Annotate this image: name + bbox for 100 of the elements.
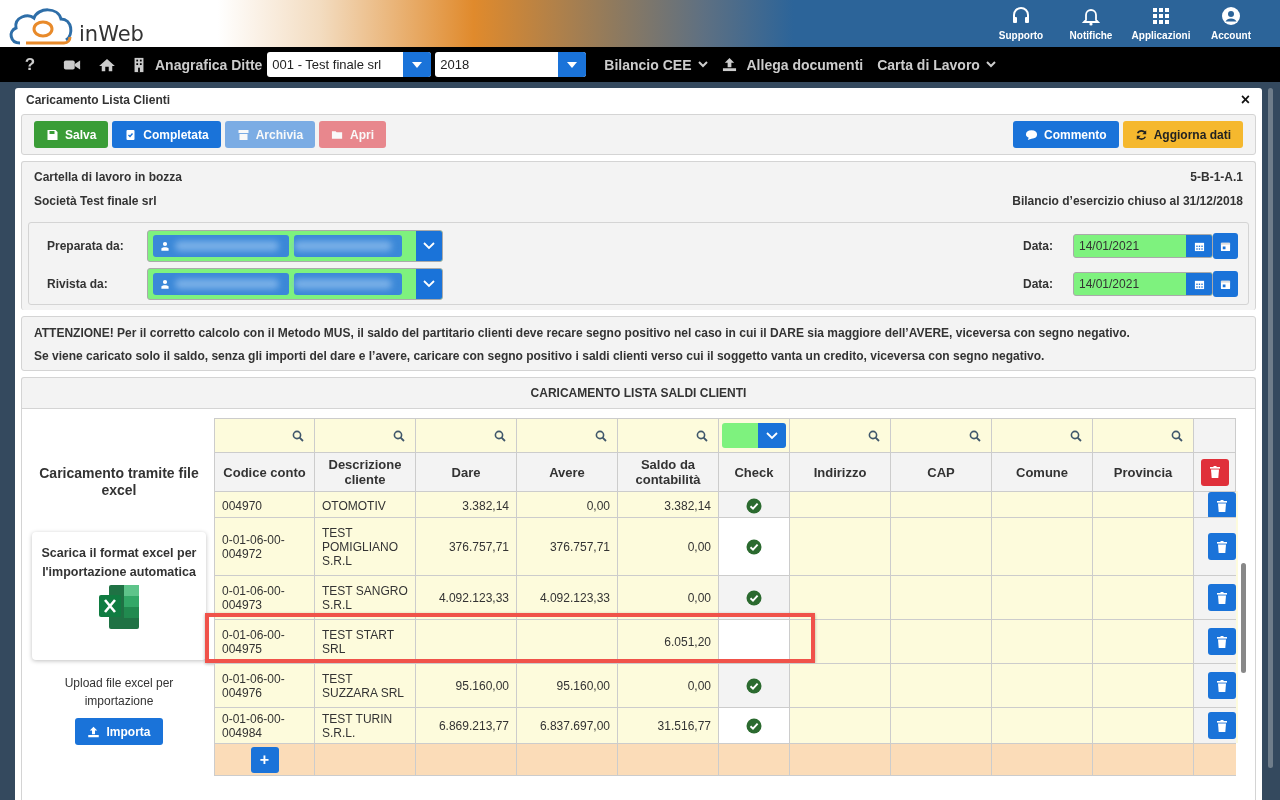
nav-menu-item[interactable]: Carta di Lavoro xyxy=(877,56,996,73)
trash-icon xyxy=(1217,591,1227,604)
scrollbar-thumb[interactable] xyxy=(1241,563,1246,673)
search-icon[interactable] xyxy=(393,429,405,442)
search-icon[interactable] xyxy=(1070,429,1082,442)
filter-cell[interactable] xyxy=(517,418,618,452)
check-circle-icon xyxy=(746,538,762,555)
year-select[interactable]: 2018 xyxy=(435,52,587,77)
company-registry-label: Anagrafica Ditte xyxy=(155,56,263,73)
user-select[interactable] xyxy=(147,230,443,262)
search-icon[interactable] xyxy=(868,429,880,442)
search-icon[interactable] xyxy=(1171,429,1183,442)
search-icon[interactable] xyxy=(494,429,506,442)
filter-cell[interactable] xyxy=(790,418,891,452)
import-button[interactable]: Importa xyxy=(75,718,163,745)
delete-row-button[interactable] xyxy=(1208,628,1236,655)
add-row-button[interactable]: + xyxy=(250,746,279,773)
check-circle-icon xyxy=(746,717,762,734)
header-action[interactable]: Notifiche xyxy=(1056,0,1126,47)
delete-row-button[interactable] xyxy=(1208,712,1236,739)
spreadsheet-icon xyxy=(97,583,141,631)
filter-cell[interactable] xyxy=(416,418,517,452)
delete-row-button[interactable] xyxy=(1208,672,1236,699)
search-icon[interactable] xyxy=(969,429,981,442)
table-cell: 95.160,00 xyxy=(517,663,618,707)
nav-menu-item[interactable]: Allega documenti xyxy=(721,56,864,73)
column-header: Indirizzo xyxy=(790,452,891,491)
company-select[interactable]: 001 - Test finale srl xyxy=(267,52,432,77)
nav-menu-item[interactable]: Bilancio CEE xyxy=(604,56,708,73)
table-cell: TEST POMIGLIANO S.R.L xyxy=(315,517,416,575)
filter-cell[interactable] xyxy=(891,418,992,452)
period-text: Bilancio d’esercizio chiuso al 31/12/2018 xyxy=(1012,194,1243,208)
header-action[interactable]: Account xyxy=(1196,0,1266,47)
check-circle-icon xyxy=(746,589,762,606)
toolbar-button[interactable]: Completata xyxy=(112,121,221,148)
upload-title: Caricamento tramite file excel xyxy=(38,465,200,499)
trash-icon xyxy=(1217,499,1227,512)
table-cell: 0-01-06-00-004973 xyxy=(214,575,315,619)
help-link[interactable]: ? xyxy=(0,54,60,75)
toolbar-button[interactable]: Commento xyxy=(1013,121,1119,148)
notice-text: Se viene caricato solo il saldo, senza gli importi del dare e l’avere, caricare con segno positivo i saldi clienti verso cui il soggetto vanta un credito, viceversa con segno negativo. xyxy=(34,349,1046,363)
user-icon xyxy=(161,241,169,251)
toolbar-button[interactable]: Aggiorna dati xyxy=(1122,121,1243,148)
delete-row-button[interactable] xyxy=(1208,533,1236,560)
column-header: Provincia xyxy=(1093,452,1194,491)
filter-cell[interactable] xyxy=(992,418,1093,452)
delete-row-button[interactable] xyxy=(1208,492,1236,519)
speech-bubble-icon xyxy=(1025,128,1038,141)
user-select[interactable] xyxy=(147,268,443,300)
check-circle-icon xyxy=(746,677,762,694)
calendar-icon xyxy=(1220,240,1231,252)
calendar-icon xyxy=(1193,240,1205,252)
caret-icon xyxy=(567,61,578,68)
trash-icon xyxy=(1217,719,1227,732)
headset-icon xyxy=(1011,6,1031,26)
header-action[interactable]: Applicazioni xyxy=(1126,0,1196,47)
header-action[interactable]: Supporto xyxy=(986,0,1056,47)
table-cell: 4.092.123,33 xyxy=(416,575,517,619)
code-text: 5-B-1-A.1 xyxy=(1190,170,1243,184)
delete-row-button[interactable] xyxy=(1208,584,1236,611)
column-header: CAP xyxy=(891,452,992,491)
upload-icon xyxy=(87,725,101,738)
field-label: Preparata da: xyxy=(46,239,125,253)
date-field[interactable]: 14/01/2021 xyxy=(1073,272,1213,296)
column-header: Codice conto xyxy=(214,452,315,491)
delete-all-button[interactable] xyxy=(1200,458,1229,486)
search-icon[interactable] xyxy=(595,429,607,442)
date-label: Data: xyxy=(1023,277,1053,291)
calendar-button[interactable] xyxy=(1213,271,1238,297)
date-label: Data: xyxy=(1023,239,1053,253)
filter-cell[interactable] xyxy=(618,418,719,452)
download-template-card[interactable]: Scarica il format excel per l'importazione automatica xyxy=(32,532,206,660)
filter-cell[interactable] xyxy=(315,418,416,452)
clipboard-check-icon xyxy=(124,128,138,141)
field-label: Rivista da: xyxy=(46,277,109,291)
close-button[interactable]: × xyxy=(1240,91,1250,109)
dialog-title: Caricamento Lista Clienti xyxy=(26,93,171,107)
trash-icon xyxy=(1217,679,1227,692)
filter-cell[interactable] xyxy=(1093,418,1194,452)
caret-icon xyxy=(412,61,423,68)
column-header: Check xyxy=(719,452,790,491)
bell-icon xyxy=(1081,6,1101,26)
user-circle-icon xyxy=(1221,6,1241,26)
column-header: Dare xyxy=(416,452,517,491)
table-cell: 95.160,00 xyxy=(416,663,517,707)
trash-icon xyxy=(1217,635,1227,648)
table-cell: TEST SUZZARA SRL xyxy=(315,663,416,707)
search-icon[interactable] xyxy=(696,429,708,442)
calendar-icon xyxy=(1220,278,1231,290)
calendar-button[interactable] xyxy=(1213,233,1238,259)
archive-box-icon xyxy=(236,128,250,141)
search-icon[interactable] xyxy=(292,429,304,442)
filter-cell[interactable] xyxy=(214,418,315,452)
table-cell: TEST SANGRO S.R.L xyxy=(315,575,416,619)
page-scrollbar[interactable] xyxy=(1268,88,1273,768)
date-field[interactable]: 14/01/2021 xyxy=(1073,234,1213,258)
table-cell: 4.092.123,33 xyxy=(517,575,618,619)
company-text: Società Test finale srl xyxy=(34,194,157,208)
table-cell: TEST START SRL xyxy=(315,619,416,663)
home-icon[interactable] xyxy=(98,57,116,72)
